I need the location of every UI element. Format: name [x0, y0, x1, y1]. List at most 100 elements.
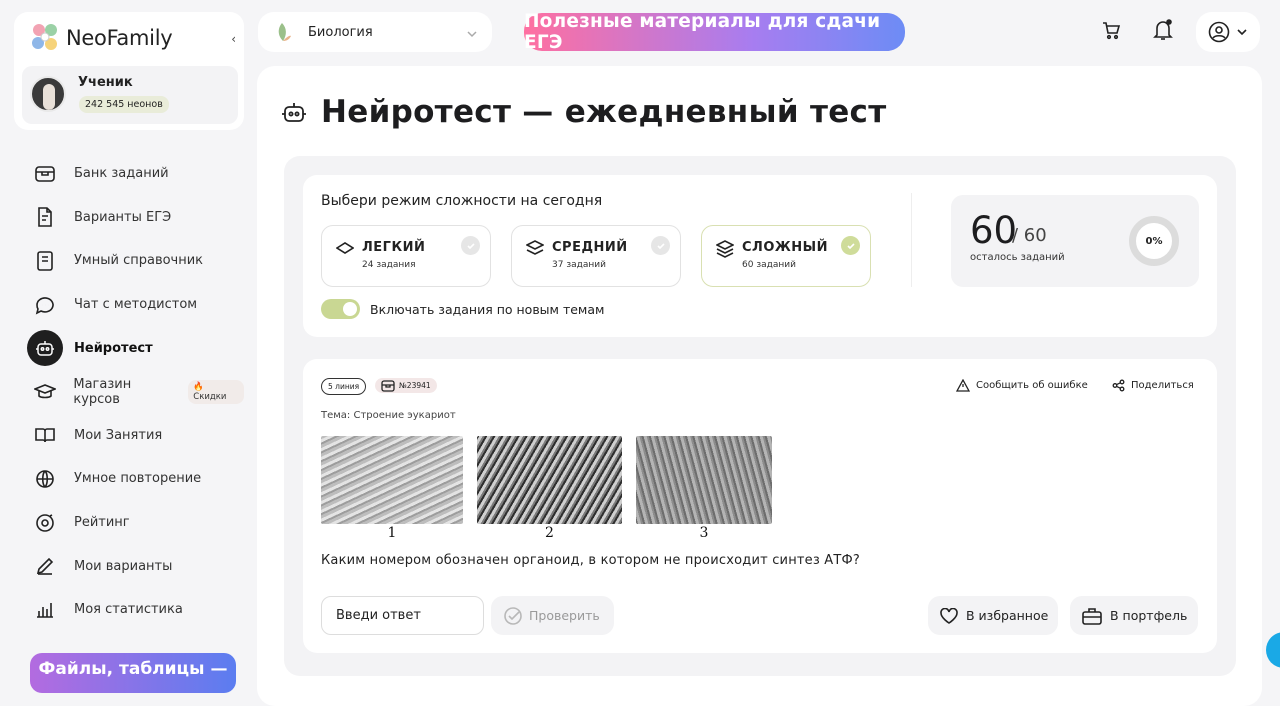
sidebar-item-label: Магазин курсов — [73, 376, 132, 407]
open-book-icon — [24, 417, 66, 453]
sidebar-item-label: Варианты ЕГЭ — [74, 209, 172, 225]
progress-ring: 0% — [1129, 216, 1179, 266]
subject-select[interactable]: Биология — [258, 12, 492, 52]
sidebar-nav: Банк заданий Варианты ЕГЭ Умный справочн… — [22, 152, 244, 632]
portfolio-button[interactable]: В портфель — [1070, 596, 1198, 635]
page-title: Нейротест — ежедневный тест — [321, 94, 887, 130]
neons-badge: 242 545 неонов — [79, 96, 169, 113]
sidebar-item-handbook[interactable]: Умный справочник — [22, 239, 244, 283]
total-count: / 60 — [1012, 225, 1047, 246]
share-button[interactable]: Поделиться — [1112, 379, 1194, 392]
sidebar-item-my-variants[interactable]: Мои варианты — [22, 544, 244, 588]
figure-number: 1 — [387, 525, 397, 541]
user-card[interactable]: Ученик 242 545 неонов — [22, 66, 238, 124]
share-label: Поделиться — [1131, 380, 1194, 391]
chat-icon — [24, 287, 66, 323]
level-medium[interactable]: СРЕДНИЙ 37 заданий — [511, 225, 681, 287]
report-error-button[interactable]: Сообщить об ошибке — [956, 379, 1088, 392]
main-content: Нейротест — ежедневный тест Выбери режим… — [257, 66, 1262, 706]
sidebar-item-chat[interactable]: Чат с методистом — [22, 283, 244, 327]
sidebar-promo-banner[interactable]: Файлы, таблицы — — [30, 653, 236, 693]
user-role: Ученик — [78, 75, 133, 90]
check-icon — [461, 236, 480, 255]
subject-label: Биология — [308, 24, 373, 40]
neofamily-logo-icon — [32, 24, 57, 50]
micrograph-3 — [636, 436, 772, 524]
micrograph-2 — [477, 436, 622, 524]
sidebar-item-shop[interactable]: Магазин курсов 🔥 Скидки — [22, 370, 244, 414]
difficulty-title: Выбери режим сложности на сегодня — [321, 193, 603, 209]
variants-icon — [24, 199, 66, 235]
remaining-counter: 60 / 60 осталось заданий 0% — [951, 195, 1199, 287]
test-panel: Выбери режим сложности на сегодня ЛЕГКИЙ… — [284, 156, 1236, 676]
figure-chloroplast: 1 — [321, 436, 463, 541]
sidebar-item-label: Банк заданий — [74, 166, 169, 182]
briefcase-icon — [1082, 607, 1102, 625]
promo-banner[interactable]: Полезные материалы для сдачи ЕГЭ — [524, 11, 905, 53]
promo-banner-text: Полезные материалы для сдачи ЕГЭ — [524, 11, 881, 53]
bar-chart-icon — [24, 592, 66, 628]
scroll-top-button[interactable] — [1266, 632, 1280, 668]
portfolio-label: В портфель — [1110, 608, 1188, 623]
favorite-label: В избранное — [966, 608, 1049, 623]
task-number-chip[interactable]: №23941 — [375, 378, 437, 393]
share-icon — [1112, 379, 1125, 392]
biology-leaf-icon — [272, 21, 294, 43]
book-icon — [24, 243, 66, 279]
warning-icon — [956, 379, 970, 392]
sidebar-item-label: Мои варианты — [74, 558, 173, 574]
figure-golgi: 2 — [477, 436, 622, 541]
sidebar-item-rating[interactable]: Рейтинг — [22, 501, 244, 545]
level-name: СЛОЖНЫЙ — [742, 240, 829, 255]
rating-icon — [24, 505, 66, 541]
collapse-sidebar-button[interactable]: ‹ — [231, 32, 236, 46]
sidebar-item-repetition[interactable]: Умное повторение — [22, 457, 244, 501]
layers-icon — [715, 240, 735, 262]
bank-icon — [24, 156, 66, 192]
figure-mitochondrion: 3 — [636, 436, 772, 541]
logo[interactable]: NeoFamily — [30, 22, 173, 54]
progress-percent: 0% — [1145, 235, 1163, 247]
task-card: 5 линия №23941 Сообщить об ошибке Подели… — [303, 359, 1217, 653]
sidebar-item-task-bank[interactable]: Банк заданий — [22, 152, 244, 196]
sidebar-item-label: Моя статистика — [74, 602, 183, 618]
page-header: Нейротест — ежедневный тест — [281, 94, 887, 130]
level-name: СРЕДНИЙ — [552, 240, 628, 255]
chevron-down-icon — [466, 25, 478, 44]
pencil-icon — [24, 548, 66, 584]
remaining-label: осталось заданий — [970, 252, 1065, 263]
cart-icon[interactable] — [1099, 18, 1123, 42]
sidebar-item-label: Умный справочник — [74, 253, 204, 269]
profile-menu-button[interactable] — [1196, 12, 1260, 52]
bell-icon[interactable] — [1151, 18, 1175, 42]
check-answer-button[interactable]: Проверить — [491, 596, 614, 635]
level-count: 37 заданий — [552, 260, 606, 270]
sidebar-item-label: Нейротест — [74, 340, 153, 356]
sidebar: NeoFamily ‹ Ученик 242 545 неонов Банк з… — [0, 0, 256, 693]
level-hard[interactable]: СЛОЖНЫЙ 60 заданий — [701, 225, 871, 287]
sidebar-item-neurotest[interactable]: Нейротест — [22, 326, 244, 370]
user-icon — [1208, 21, 1230, 43]
favorite-button[interactable]: В избранное — [928, 596, 1058, 635]
heart-icon — [940, 607, 958, 624]
sidebar-item-lessons[interactable]: Мои Занятия — [22, 414, 244, 458]
avatar — [30, 76, 66, 112]
level-easy[interactable]: ЛЕГКИЙ 24 задания — [321, 225, 491, 287]
layers-icon — [525, 240, 545, 260]
new-topics-label: Включать задания по новым темам — [370, 301, 605, 317]
check-icon — [841, 236, 860, 255]
sale-badge-label: Скидки — [193, 391, 227, 402]
sidebar-item-label: Рейтинг — [74, 515, 130, 531]
new-topics-toggle[interactable] — [321, 299, 360, 319]
check-answer-label: Проверить — [529, 608, 600, 623]
answer-input[interactable] — [321, 596, 484, 635]
sidebar-promo-text: Файлы, таблицы — — [38, 659, 228, 679]
question-text: Каким номером обозначен органоид, в кото… — [321, 553, 861, 568]
sidebar-item-variants[interactable]: Варианты ЕГЭ — [22, 196, 244, 240]
figure-number: 2 — [545, 525, 554, 541]
sidebar-item-statistics[interactable]: Моя статистика — [22, 588, 244, 632]
remaining-count: 60 — [970, 209, 1018, 252]
sale-badge: 🔥 Скидки — [188, 379, 244, 404]
difficulty-card: Выбери режим сложности на сегодня ЛЕГКИЙ… — [303, 175, 1217, 337]
robot-icon — [282, 103, 306, 122]
